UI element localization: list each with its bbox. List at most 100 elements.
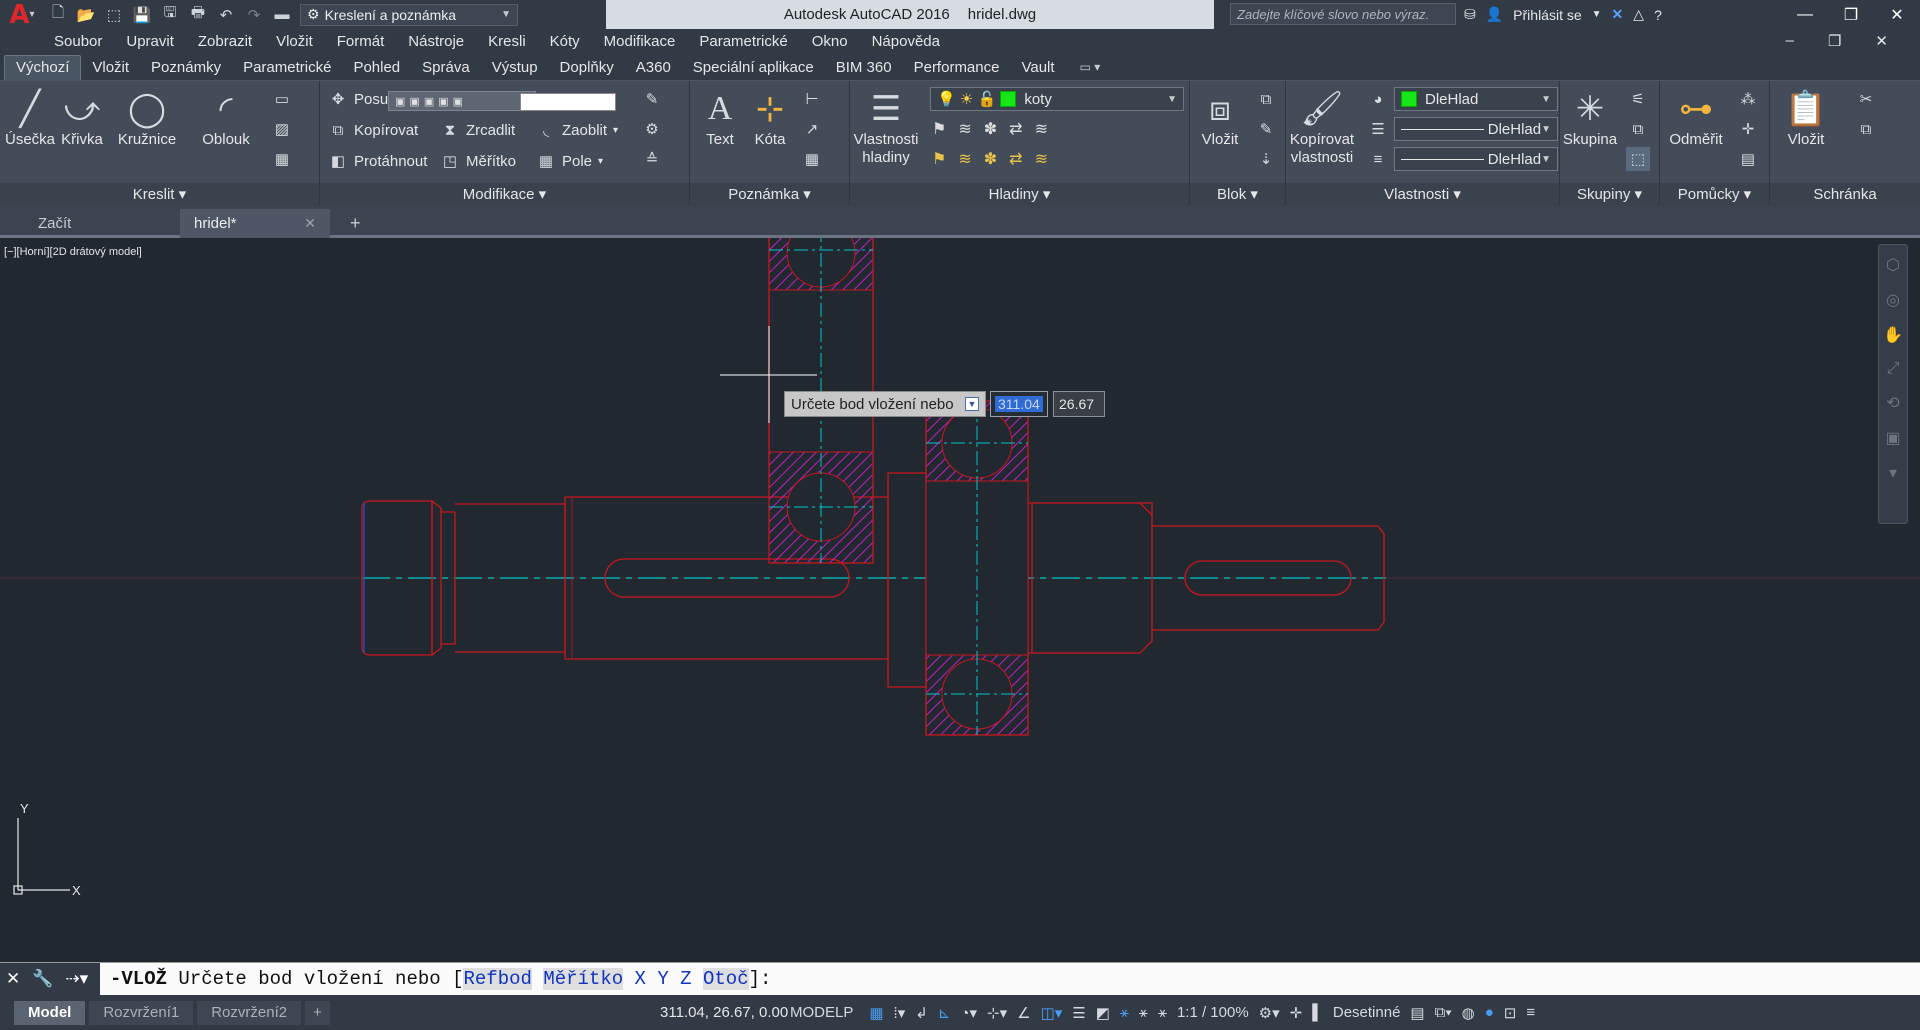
table-icon[interactable]: ▦ [800, 147, 824, 171]
tab-vystup[interactable]: Výstup [481, 56, 549, 80]
new-icon[interactable]: 🗋 [46, 4, 70, 26]
signin-link[interactable]: Přihlásit se [1513, 7, 1581, 23]
tab-specialni-aplikace[interactable]: Speciální aplikace [682, 56, 825, 80]
osnap-icon[interactable]: ◫▾ [1041, 1004, 1063, 1022]
copy-button[interactable]: ⧉ Kopírovat [328, 118, 419, 142]
layer-dropdown[interactable]: 💡 ☀ 🔓 koty ▼ [930, 87, 1184, 111]
layer-properties-button[interactable]: ☰ Vlastnosti hladiny [850, 87, 922, 167]
menu-kresli[interactable]: Kresli [488, 33, 526, 50]
add-layout-button[interactable]: + [305, 1000, 330, 1025]
minimize-button[interactable]: — [1782, 0, 1828, 29]
layer-tool-icon[interactable]: ⚑ [932, 149, 946, 169]
isolate-icon[interactable]: ◍ [1462, 1004, 1475, 1022]
units-selector[interactable]: Desetinné [1333, 1004, 1401, 1021]
circle-button[interactable]: ◯ Kružnice [116, 87, 178, 149]
osnap-tracking-icon[interactable]: ∠ [1017, 1004, 1030, 1022]
redo-icon[interactable]: ↷ [242, 4, 266, 26]
toolbar-icon[interactable]: ▣ [424, 95, 434, 108]
point-icon[interactable]: ✛ [1736, 117, 1760, 141]
clean-screen-icon[interactable]: ⊡ [1504, 1004, 1517, 1022]
layer-icon[interactable]: ▬ [270, 4, 294, 26]
undo-icon[interactable]: ↶ [214, 4, 238, 26]
tab-bim360[interactable]: BIM 360 [825, 56, 903, 80]
linear-dim-icon[interactable]: ⊢ [800, 87, 824, 111]
plot-icon[interactable]: 🖶 [186, 4, 210, 26]
open-icon[interactable]: 📂 [74, 4, 98, 26]
option-refbod[interactable]: Refbod [463, 968, 532, 990]
layout-tab-2[interactable]: Rozvržení2 [197, 1000, 302, 1025]
tab-performance[interactable]: Performance [903, 56, 1011, 80]
ortho-icon[interactable]: ⊾ [938, 1004, 951, 1022]
tab-a360[interactable]: A360 [625, 56, 682, 80]
zoom-icon[interactable]: ⤢ [1887, 360, 1900, 378]
grid-icon[interactable]: ▦ [869, 1004, 883, 1022]
quick-properties-icon[interactable]: ▤ [1410, 1004, 1424, 1022]
line-button[interactable]: ╱ Úsečka [0, 87, 60, 149]
doc-restore-icon[interactable]: ❐ [1828, 32, 1841, 50]
close-icon[interactable]: ✕ [6, 969, 20, 989]
coordinates-readout[interactable]: 311.04, 26.67, 0.00 [660, 995, 788, 1030]
a360-icon[interactable]: △ [1633, 6, 1644, 23]
tab-vlozit[interactable]: Vložit [81, 56, 140, 80]
table-icon[interactable]: ▦ [270, 147, 294, 171]
group-button[interactable]: ✳ Skupina [1560, 87, 1620, 149]
mirror-button[interactable]: ⧗ Zrcadlit [440, 118, 515, 142]
exchange-icon[interactable]: ✕ [1612, 6, 1624, 23]
customization-icon[interactable]: ≡ [1526, 1004, 1535, 1021]
menu-zobrazit[interactable]: Zobrazit [198, 33, 252, 50]
polar-icon[interactable]: ◔▾ [960, 1004, 977, 1022]
dynamic-y-input[interactable]: 26.67 [1053, 391, 1105, 417]
stretch-button[interactable]: ◧ Protáhnout [328, 149, 427, 173]
explode-icon[interactable]: ⚙ [640, 117, 664, 141]
array-button[interactable]: ▦ Pole ▾ [536, 149, 603, 173]
create-block-icon[interactable]: ⧉ [1254, 87, 1278, 111]
search-input[interactable]: Zadejte klíčové slovo nebo výraz. [1230, 3, 1456, 25]
erase-icon[interactable]: ✎ [640, 87, 664, 111]
text-button[interactable]: A Text [694, 87, 746, 149]
layer-tool-icon[interactable]: ≋ [1035, 149, 1048, 169]
paste-button[interactable]: 📋 Vložit [1774, 87, 1838, 149]
menu-vlozit[interactable]: Vložit [276, 33, 313, 50]
infer-icon[interactable]: ↲ [915, 1004, 928, 1022]
layer-tool-icon[interactable]: ≋ [958, 119, 971, 139]
lineweight-dropdown[interactable]: DleHlad ▼ [1394, 147, 1558, 171]
menu-nastroje[interactable]: Nástroje [408, 33, 464, 50]
edit-block-icon[interactable]: ✎ [1254, 117, 1278, 141]
layer-tool-icon[interactable]: ⇄ [1009, 149, 1022, 169]
menu-parametricke[interactable]: Parametrické [699, 33, 787, 50]
rectangle-icon[interactable]: ▭ [270, 87, 294, 111]
tab-poznamky[interactable]: Poznámky [140, 56, 232, 80]
layer-tool-icon[interactable]: ✽ [984, 119, 997, 139]
tab-vault[interactable]: Vault [1010, 56, 1065, 80]
tab-doplnky[interactable]: Doplňky [549, 56, 625, 80]
workspace-selector[interactable]: ⚙ Kreslení a poznámka ▼ [300, 3, 518, 26]
attribute-icon[interactable]: ⇣ [1254, 147, 1278, 171]
wrench-icon[interactable]: 🔧 [32, 969, 53, 989]
quick-select-icon[interactable]: ⁂ [1736, 87, 1760, 111]
menu-soubor[interactable]: Soubor [54, 33, 102, 50]
layer-tool-icon[interactable]: ✽ [984, 149, 997, 169]
tab-hridel[interactable]: hridel* ✕ [180, 209, 330, 238]
model-space-button[interactable]: MODELP [790, 1004, 853, 1021]
option-otoc[interactable]: Otoč [702, 968, 749, 990]
panel-title-schranka[interactable]: Schránka [1770, 183, 1920, 205]
tab-vychozi[interactable]: Výchozí [4, 55, 82, 80]
ungroup-icon[interactable]: ⚟ [1626, 87, 1650, 111]
panel-title-blok[interactable]: Blok ▾ [1190, 183, 1285, 205]
option-y[interactable]: Y [657, 968, 668, 990]
save-icon[interactable]: 💾 [130, 4, 154, 26]
panel-title-vlastnosti[interactable]: Vlastnosti ▾ [1286, 183, 1559, 205]
open-web-icon[interactable]: ⬚ [102, 4, 126, 26]
help-icon[interactable]: ? [1654, 7, 1662, 23]
close-icon[interactable]: ✕ [304, 215, 316, 232]
panel-title-hladiny[interactable]: Hladiny ▾ [850, 183, 1189, 205]
option-meritko[interactable]: Měřítko [543, 968, 624, 990]
menu-napoveda[interactable]: Nápověda [872, 33, 940, 50]
match-properties-button[interactable]: 🖌 Kopírovat vlastnosti [1286, 87, 1358, 167]
restore-button[interactable]: ❐ [1828, 0, 1874, 29]
offset-icon[interactable]: ≙ [640, 147, 664, 171]
dimension-button[interactable]: ⊹ Kóta [744, 87, 796, 149]
hatch-icon[interactable]: ▨ [270, 117, 294, 141]
color-dropdown[interactable]: DleHlad ▼ [1394, 87, 1558, 111]
menu-okno[interactable]: Okno [812, 33, 848, 50]
